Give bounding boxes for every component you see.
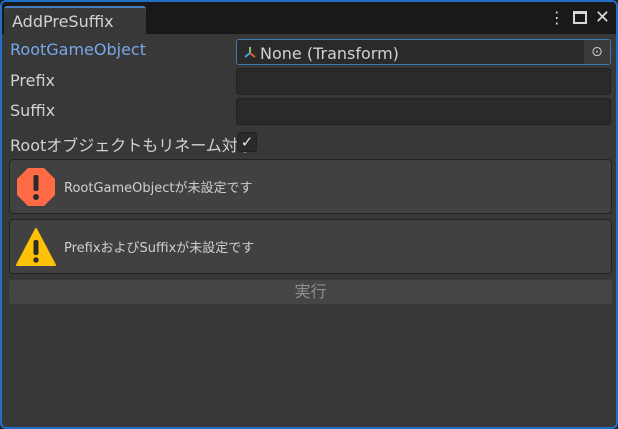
object-picker-icon[interactable]: ⊙: [584, 40, 610, 64]
warning-message-box: PrefixおよびSuffixが未設定です: [9, 219, 612, 274]
error-message-text: RootGameObjectが未設定です: [64, 181, 253, 196]
error-icon: [17, 167, 55, 206]
include-root-checkbox[interactable]: ✓: [237, 132, 257, 152]
editor-window: AddPreSuffix ⋮ ✕ RootGameObject None (Tr…: [0, 0, 618, 429]
maximize-icon[interactable]: [572, 11, 587, 24]
error-message-box: RootGameObjectが未設定です: [9, 159, 612, 214]
root-game-object-value: None (Transform): [260, 43, 399, 63]
tab-addpresuffix[interactable]: AddPreSuffix: [4, 6, 146, 34]
prefix-input[interactable]: [236, 68, 611, 95]
root-game-object-label: RootGameObject: [10, 40, 146, 59]
close-icon[interactable]: ✕: [595, 7, 610, 28]
execute-button[interactable]: 実行: [9, 280, 612, 304]
prefix-label: Prefix: [10, 71, 55, 90]
include-root-label: Rootオブジェクトもリネーム対象: [10, 136, 254, 155]
checkmark-icon: ✓: [240, 133, 254, 151]
more-menu-icon[interactable]: ⋮: [549, 8, 565, 27]
suffix-input[interactable]: [236, 98, 611, 125]
warning-icon: [16, 227, 56, 266]
root-game-object-field[interactable]: None (Transform) ⊙: [236, 39, 611, 65]
suffix-label: Suffix: [10, 101, 56, 120]
transform-icon: [243, 44, 257, 63]
tab-bar: AddPreSuffix ⋮ ✕: [2, 2, 616, 34]
warning-message-text: PrefixおよびSuffixが未設定です: [64, 241, 255, 256]
